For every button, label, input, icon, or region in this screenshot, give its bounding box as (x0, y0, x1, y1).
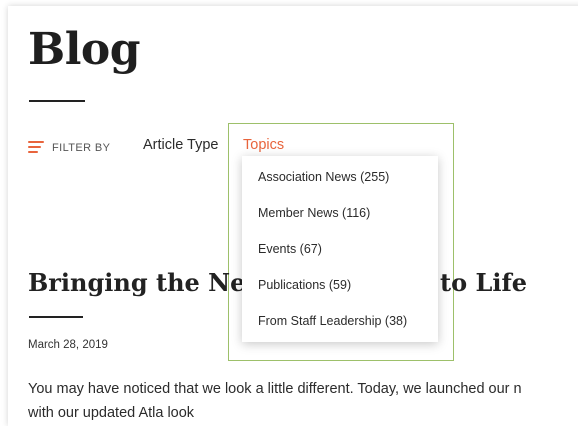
post-title-right: to Life (440, 268, 528, 297)
topics-dropdown: Association News (255) Member News (116)… (242, 156, 438, 342)
dropdown-item-events[interactable]: Events (67) (242, 236, 438, 272)
dropdown-item-member-news[interactable]: Member News (116) (242, 200, 438, 236)
dropdown-item-publications[interactable]: Publications (59) (242, 272, 438, 308)
post-date: March 28, 2019 (28, 339, 108, 351)
dropdown-item-association-news[interactable]: Association News (255) (242, 164, 438, 200)
post-title[interactable]: Bringing the Ne to Life (28, 268, 527, 297)
hamburger-icon (28, 141, 44, 153)
blog-page: Blog FILTER BY Article Type Topics Bring… (8, 6, 578, 426)
filter-by-label: FILTER BY (52, 142, 111, 154)
dropdown-item-staff-leadership[interactable]: From Staff Leadership (38) (242, 308, 438, 344)
filter-by-button[interactable]: FILTER BY (28, 140, 110, 154)
page-title: Blog (28, 24, 141, 75)
post-excerpt-line-1: You may have noticed that we look a litt… (28, 381, 522, 397)
post-excerpt: You may have noticed that we look a litt… (28, 377, 522, 425)
post-divider (29, 316, 83, 318)
post-excerpt-line-2: with our updated Atla look (28, 405, 195, 421)
post-title-left: Bringing the Ne (28, 268, 246, 297)
title-divider (29, 100, 85, 102)
tab-topics[interactable]: Topics (243, 137, 284, 153)
tab-article-type[interactable]: Article Type (143, 137, 219, 153)
